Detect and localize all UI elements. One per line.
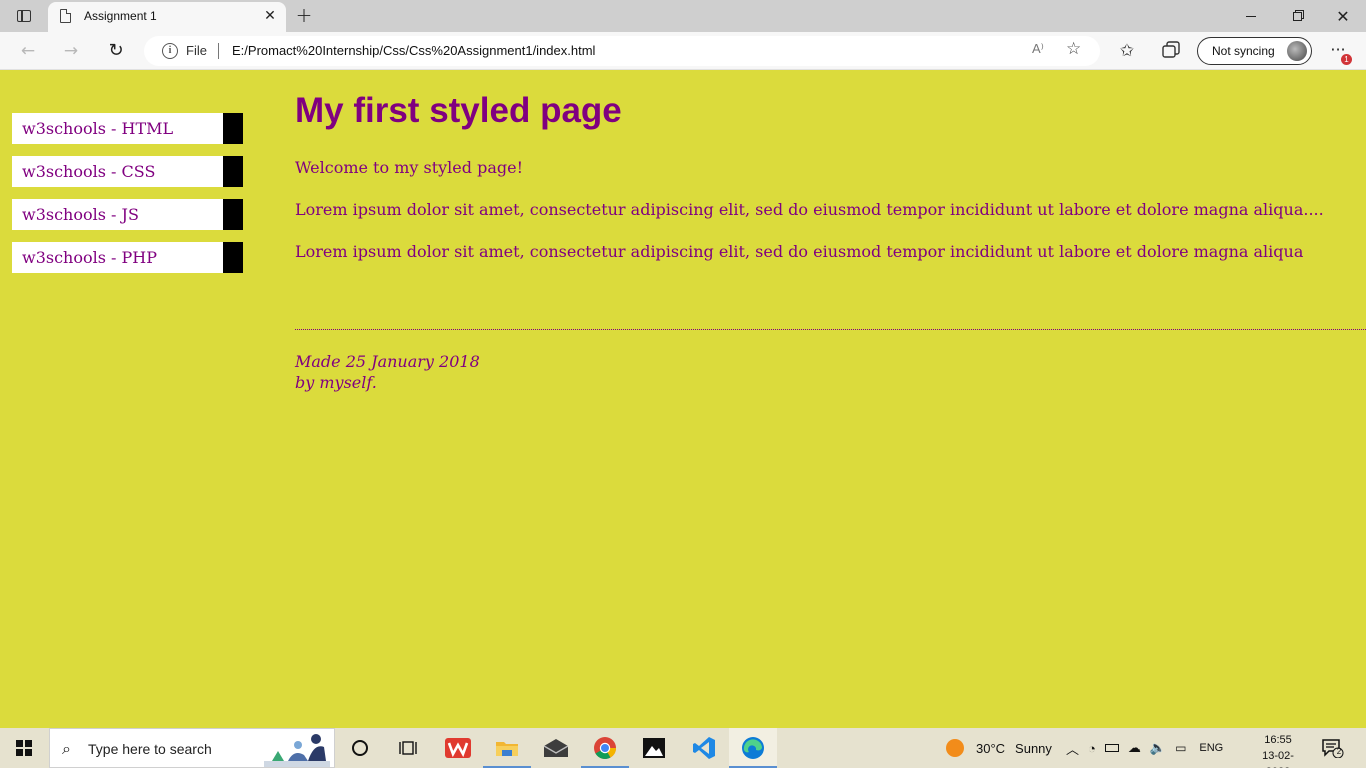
page-title: My first styled page xyxy=(295,91,622,130)
favorites-icon: ✩ xyxy=(1119,41,1135,61)
windows-icon xyxy=(16,740,32,756)
meet-now-icon[interactable]: ▭ xyxy=(1175,741,1186,755)
back-icon: ← xyxy=(20,41,36,61)
task-view-icon xyxy=(399,741,417,755)
nav-link-css[interactable]: w3schools - CSS xyxy=(12,156,223,187)
network-icon[interactable]: ◔ xyxy=(1088,741,1096,756)
lorem-paragraph-2: Lorem ipsum dolor sit amet, consectetur … xyxy=(295,242,1304,261)
file-explorer-button[interactable] xyxy=(483,728,531,768)
weather-temperature: 30°C xyxy=(976,740,1006,756)
notification-count: 2 xyxy=(1336,747,1342,756)
footer-date: Made 25 January 2018 xyxy=(295,352,480,371)
photos-icon xyxy=(643,738,665,758)
vscode-icon xyxy=(693,737,715,759)
reload-icon: ↻ xyxy=(108,40,124,61)
edge-button[interactable] xyxy=(729,728,777,768)
nav-item-html: w3schools - HTML xyxy=(12,113,243,144)
scheme-label: File xyxy=(186,43,207,58)
file-explorer-icon xyxy=(496,742,518,756)
tab-close-button[interactable]: ✕ xyxy=(262,8,278,24)
cortana-icon xyxy=(352,740,368,756)
minimize-button[interactable] xyxy=(1228,0,1274,32)
cortana-button[interactable] xyxy=(336,728,384,768)
browser-titlebar: Assignment 1 ✕ + ✕ xyxy=(0,0,1366,32)
clock-date: 13-02-2023 xyxy=(1262,750,1294,768)
forward-button[interactable]: → xyxy=(58,39,84,63)
sun-icon xyxy=(946,739,964,757)
more-button[interactable]: ··· 1 xyxy=(1326,39,1352,65)
close-window-button[interactable]: ✕ xyxy=(1320,0,1366,32)
nav-item-css: w3schools - CSS xyxy=(12,156,243,187)
edge-icon xyxy=(742,737,764,759)
wps-office-button[interactable] xyxy=(434,728,482,768)
back-button[interactable]: ← xyxy=(15,39,41,63)
address-bar[interactable]: i File E:/Promact%20Internship/Css/Css%2… xyxy=(144,36,1100,66)
clock-time: 16:55 xyxy=(1264,734,1292,746)
vscode-button[interactable] xyxy=(680,728,728,768)
add-favorite-icon[interactable]: ☆ xyxy=(1066,39,1081,59)
chrome-icon xyxy=(594,737,616,759)
search-highlight-illustration xyxy=(264,734,330,767)
weather-condition: Sunny xyxy=(1015,740,1052,756)
taskbar-search[interactable]: ⌕ Type here to search xyxy=(49,728,335,768)
nav-link-html[interactable]: w3schools - HTML xyxy=(12,113,223,144)
nav-link-php[interactable]: w3schools - PHP xyxy=(12,242,223,273)
page-footer: Made 25 January 2018 by myself. xyxy=(295,351,480,393)
battery-icon[interactable] xyxy=(1104,744,1119,752)
search-icon: ⌕ xyxy=(62,739,71,758)
new-tab-button[interactable]: + xyxy=(292,4,316,28)
weather-widget[interactable]: 30°C Sunny xyxy=(946,728,1052,768)
chrome-button[interactable] xyxy=(581,728,629,768)
welcome-paragraph: Welcome to my styled page! xyxy=(295,158,524,177)
clock[interactable]: 16:55 13-02-2023 xyxy=(1250,732,1306,768)
mail-button[interactable] xyxy=(532,728,580,768)
lorem-paragraph-1: Lorem ipsum dolor sit amet, consectetur … xyxy=(295,200,1324,219)
volume-icon[interactable]: 🔈 xyxy=(1150,740,1166,756)
avatar xyxy=(1287,41,1307,61)
minimize-icon xyxy=(1246,15,1256,17)
favorites-button[interactable]: ✩ xyxy=(1116,41,1138,61)
read-aloud-icon[interactable]: A⁾ xyxy=(1032,41,1044,57)
url-text[interactable]: E:/Promact%20Internship/Css/Css%20Assign… xyxy=(232,43,595,58)
page-icon xyxy=(60,9,71,23)
profile-label: Not syncing xyxy=(1212,44,1275,58)
restore-icon xyxy=(1292,11,1302,21)
forward-icon: → xyxy=(63,41,79,61)
browser-tab[interactable]: Assignment 1 ✕ xyxy=(48,2,286,32)
info-icon[interactable]: i xyxy=(162,43,178,59)
footer-author: by myself. xyxy=(295,373,377,392)
site-navigation: w3schools - HTML w3schools - CSS w3schoo… xyxy=(12,113,243,285)
wps-office-icon xyxy=(445,738,471,758)
address-separator xyxy=(218,43,219,59)
photos-button[interactable] xyxy=(630,728,678,768)
chevron-up-icon[interactable]: ︿ xyxy=(1066,739,1079,758)
page-viewport: w3schools - HTML w3schools - CSS w3schoo… xyxy=(0,71,1366,728)
tab-actions-icon xyxy=(17,10,31,22)
footer-divider xyxy=(295,329,1366,330)
tab-actions-button[interactable] xyxy=(10,6,38,26)
language-indicator[interactable]: ENG xyxy=(1199,742,1223,754)
profile-button[interactable]: Not syncing xyxy=(1197,37,1312,65)
nav-link-js[interactable]: w3schools - JS xyxy=(12,199,223,230)
system-tray: ︿ ◔ ☁ 🔈 ▭ ENG xyxy=(1066,728,1223,768)
notifications-button[interactable]: 2 xyxy=(1322,738,1344,759)
search-placeholder: Type here to search xyxy=(88,741,212,757)
taskbar: ⌕ Type here to search 30°C Sunny ︿ ◔ ☁ 🔈… xyxy=(0,728,1366,768)
tab-title: Assignment 1 xyxy=(84,9,157,23)
collections-button[interactable] xyxy=(1160,41,1182,61)
onedrive-icon[interactable]: ☁ xyxy=(1128,740,1141,756)
mail-icon xyxy=(543,739,569,757)
collections-icon xyxy=(1162,41,1180,58)
task-view-button[interactable] xyxy=(384,728,432,768)
browser-toolbar: ← → ↻ i File E:/Promact%20Internship/Css… xyxy=(0,32,1366,70)
reload-button[interactable]: ↻ xyxy=(103,39,129,63)
nav-item-php: w3schools - PHP xyxy=(12,242,243,273)
restore-button[interactable] xyxy=(1274,0,1320,32)
nav-item-js: w3schools - JS xyxy=(12,199,243,230)
menu-badge: 1 xyxy=(1341,54,1352,65)
start-button[interactable] xyxy=(0,728,48,768)
close-icon: ✕ xyxy=(1336,6,1350,26)
